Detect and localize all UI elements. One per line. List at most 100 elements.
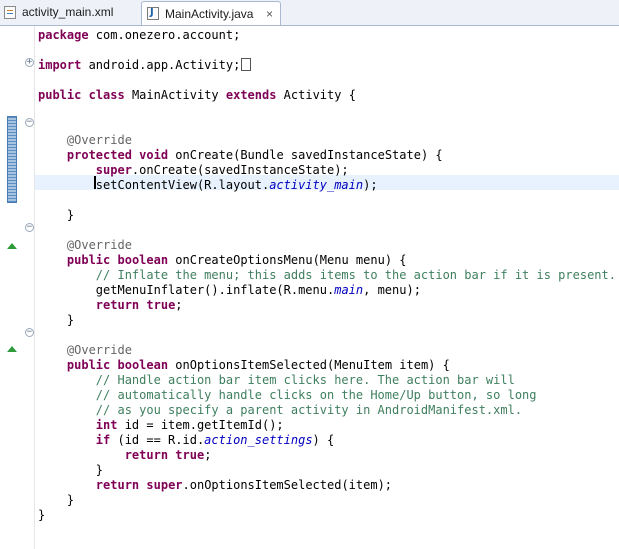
code-token: onOptionsItemSelected(MenuItem item) {	[168, 358, 450, 372]
close-tab-icon[interactable]: ×	[263, 7, 275, 21]
code-token: getMenuInflater().inflate(R.menu.	[38, 283, 335, 297]
code-line: }	[38, 508, 45, 523]
tab-label: MainActivity.java	[165, 6, 254, 21]
collapse-fold-icon[interactable]: −	[25, 328, 34, 337]
code-token: }	[38, 208, 75, 222]
field-token: action_settings	[204, 433, 313, 447]
keyword-token: public	[38, 88, 82, 102]
keyword-token: if	[95, 433, 111, 447]
xml-file-icon	[4, 5, 16, 19]
code-token: }	[38, 313, 75, 327]
code-token: setContentView(R.layout.	[38, 178, 270, 192]
code-token: , menu);	[363, 283, 421, 297]
code-line: public boolean onCreateOptionsMenu(Menu …	[38, 253, 407, 268]
code-token: com.onezero.account;	[88, 28, 241, 42]
code-line: package com.onezero.account;	[38, 28, 240, 43]
keyword-token: class	[88, 88, 125, 102]
code-line: }	[38, 493, 74, 508]
code-line: return super.onOptionsItemSelected(item)…	[38, 478, 392, 493]
annotation-token: @Override	[66, 133, 132, 147]
code-token: ;	[175, 298, 183, 312]
code-token: );	[363, 178, 378, 192]
code-line: if (id == R.id.action_settings) {	[38, 433, 334, 448]
annotation-token: @Override	[66, 238, 132, 252]
change-overview-marker[interactable]	[7, 116, 17, 203]
editor-tab-bar: activity_main.xml MainActivity.java ×	[0, 0, 619, 26]
code-token: id = item.getItemId();	[117, 418, 284, 432]
code-line: @Override	[38, 133, 132, 148]
keyword-token: super	[146, 478, 183, 492]
code-line: }	[38, 313, 74, 328]
tab-main-activity-java[interactable]: MainActivity.java ×	[141, 1, 281, 25]
code-line: }	[38, 463, 103, 478]
keyword-token: package	[38, 28, 89, 42]
tab-label: activity_main.xml	[22, 5, 114, 19]
code-line: // Handle action bar item clicks here. T…	[38, 373, 515, 388]
code-line: import android.app.Activity;	[38, 58, 252, 73]
collapse-fold-icon[interactable]: −	[25, 223, 34, 232]
keyword-token: return	[95, 478, 140, 492]
code-token: onCreateOptionsMenu(Menu menu) {	[168, 253, 407, 267]
code-line: getMenuInflater().inflate(R.menu.main, m…	[38, 283, 421, 298]
code-token: Activity {	[276, 88, 356, 102]
override-marker-icon[interactable]	[7, 346, 17, 352]
code-line: public boolean onOptionsItemSelected(Men…	[38, 358, 450, 373]
keyword-token: extends	[225, 88, 277, 102]
keyword-token: super	[95, 163, 132, 177]
expand-fold-icon[interactable]: +	[25, 58, 34, 67]
text-caret	[94, 176, 96, 189]
keyword-token: return	[124, 448, 169, 462]
tab-activity-main-xml[interactable]: activity_main.xml	[0, 1, 139, 23]
editor-gutter	[0, 26, 35, 549]
code-token: MainActivity	[124, 88, 226, 102]
code-token: android.app.Activity;	[81, 58, 241, 72]
code-line: // automatically handle clicks on the Ho…	[38, 388, 537, 403]
java-file-icon	[147, 7, 159, 20]
code-token: (id == R.id.	[110, 433, 205, 447]
code-line: @Override	[38, 238, 132, 253]
annotation-token: @Override	[66, 343, 132, 357]
code-line: // as you specify a parent activity in A…	[38, 403, 522, 418]
keyword-token: return	[95, 298, 140, 312]
code-token: .onOptionsItemSelected(item);	[182, 478, 393, 492]
comment-token: // as you specify a parent activity in A…	[95, 403, 523, 417]
code-token: ) {	[312, 433, 335, 447]
keyword-token: protected	[66, 148, 132, 162]
folded-region-icon[interactable]	[241, 58, 252, 71]
code-line: protected void onCreate(Bundle savedInst…	[38, 148, 443, 163]
code-token: onCreate(Bundle savedInstanceState) {	[168, 148, 443, 162]
code-line: return true;	[38, 448, 212, 463]
code-line: super.onCreate(savedInstanceState);	[38, 163, 349, 178]
code-line: setContentView(R.layout.activity_main);	[38, 178, 378, 193]
keyword-token: boolean	[117, 253, 169, 267]
collapse-fold-icon[interactable]: −	[25, 118, 34, 127]
code-line: public class MainActivity extends Activi…	[38, 88, 356, 103]
code-token: ;	[204, 448, 212, 462]
keyword-token: true	[146, 298, 176, 312]
keyword-token: void	[139, 148, 169, 162]
code-token: }	[38, 463, 104, 477]
code-line: int id = item.getItemId();	[38, 418, 284, 433]
override-marker-icon[interactable]	[7, 243, 17, 249]
code-token: }	[38, 493, 75, 507]
keyword-token: int	[95, 418, 118, 432]
code-token: }	[38, 508, 46, 522]
keyword-token: public	[66, 253, 111, 267]
